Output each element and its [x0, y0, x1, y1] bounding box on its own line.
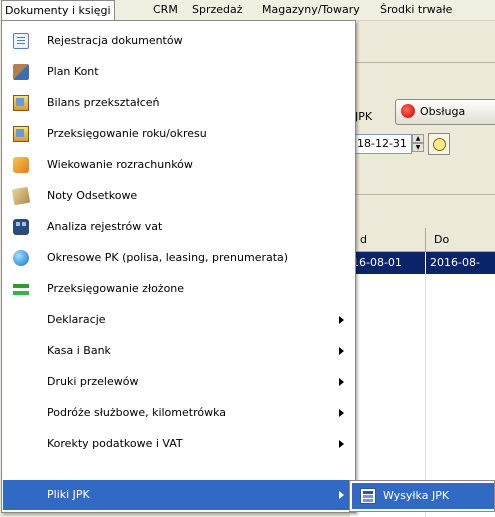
menu-item-label: Analiza rejestrów vat: [47, 220, 163, 233]
submenu-arrow-icon: [339, 491, 344, 499]
menu-item-label: Noty Odsetkowe: [47, 189, 138, 202]
divider: [350, 62, 495, 63]
submenu-arrow-icon: [339, 409, 344, 417]
submenu-arrow-icon: [339, 316, 344, 324]
menu-item-label: Przeksięgowanie roku/okresu: [47, 127, 207, 140]
menu-item-label: Wiekowanie rozrachunków: [47, 158, 193, 171]
aging-icon: [13, 157, 29, 173]
column-separator: [425, 228, 426, 251]
menu-item-label: Korekty podatkowe i VAT: [47, 437, 183, 450]
menu-item-label: Druki przelewów: [47, 375, 139, 388]
spin-down-icon[interactable]: ▼: [412, 143, 424, 152]
obsluga-button[interactable]: Obsługa: [395, 99, 495, 125]
menu-item-label: Podróże służbowe, kilometrówka: [47, 406, 227, 419]
submenu-item-wysylka-jpk[interactable]: Wysyłka JPK: [352, 483, 494, 509]
binoculars-icon: [13, 219, 29, 235]
menu-item-deklaracje[interactable]: Deklaracje: [3, 305, 354, 335]
submenu-arrow-icon: [339, 440, 344, 448]
menu-item-korekty[interactable]: Korekty podatkowe i VAT: [3, 429, 354, 459]
menubar-item-srodki[interactable]: Środki trwałe: [380, 3, 452, 16]
menubar-item-magazyny[interactable]: Magazyny/Towary: [262, 3, 360, 16]
menu-item-label: Plan Kont: [47, 65, 99, 78]
menubar-label: Środki trwałe: [380, 3, 453, 16]
date-value: 18-12-31: [357, 137, 407, 150]
submenu-item-label: Wysyłka JPK: [383, 489, 450, 502]
data-grid: d Do 16-08-01 2016-08-: [350, 228, 495, 517]
grid-header: d Do: [350, 228, 495, 252]
menu-item-label: Okresowe PK (polisa, leasing, prenumerat…: [47, 251, 289, 264]
menu-item-label: Pliki JPK: [47, 488, 90, 501]
complex-transfer-icon: [13, 281, 29, 297]
column-header-od[interactable]: d: [360, 233, 367, 246]
menu-item-przeksiegowanie-zlozone[interactable]: Przeksięgowanie złożone: [3, 274, 354, 304]
menubar-label: Dokumenty i księgi: [5, 4, 111, 17]
menu-item-wiekowanie[interactable]: Wiekowanie rozrachunków: [3, 150, 354, 180]
divider: [350, 194, 495, 195]
menubar-item-dokumenty[interactable]: Dokumenty i księgi: [1, 0, 115, 22]
balance-icon: [13, 95, 29, 111]
menu-item-kasa-bank[interactable]: Kasa i Bank: [3, 336, 354, 366]
submenu-arrow-icon: [339, 347, 344, 355]
menu-item-noty[interactable]: Noty Odsetkowe: [3, 181, 354, 211]
menu-item-label: Rejestracja dokumentów: [47, 34, 183, 47]
transfer-icon: [13, 126, 29, 142]
menu-item-bilans[interactable]: Bilans przekształceń: [3, 88, 354, 118]
column-separator: [425, 252, 426, 274]
menubar-item-sprzedaz[interactable]: Sprzedaż: [192, 3, 243, 16]
menubar-label: CRM: [153, 3, 178, 16]
menu-item-rejestracja[interactable]: Rejestracja dokumentów: [3, 26, 354, 56]
menubar-label: Magazyny/Towary: [262, 3, 360, 16]
date-spinner[interactable]: ▲ ▼: [412, 134, 424, 154]
pliki-jpk-submenu: Wysyłka JPK: [349, 480, 495, 512]
menu-item-label: Deklaracje: [47, 313, 106, 326]
cell-do: 2016-08-: [430, 256, 480, 269]
menu-item-label: Bilans przekształceń: [47, 96, 160, 109]
spin-up-icon[interactable]: ▲: [412, 134, 424, 143]
menu-bar: Dokumenty i księgi CRM Sprzedaż Magazyny…: [0, 0, 495, 22]
jpk-label-fragment: JPK: [355, 110, 373, 123]
date-field[interactable]: 18-12-31: [352, 134, 412, 154]
menu-item-przeksiegowanie[interactable]: Przeksięgowanie roku/okresu: [3, 119, 354, 149]
obsluga-label: Obsługa: [420, 105, 466, 118]
menu-item-analiza-vat[interactable]: Analiza rejestrów vat: [3, 212, 354, 242]
dokumenty-dropdown-menu: Rejestracja dokumentów Plan Kont Bilans …: [1, 20, 356, 513]
globe-icon: [13, 250, 29, 266]
submenu-arrow-icon: [339, 378, 344, 386]
send-jpk-icon: [360, 488, 376, 504]
interest-notes-icon: [11, 186, 31, 206]
menu-item-okresowe-pk[interactable]: Okresowe PK (polisa, leasing, prenumerat…: [3, 243, 354, 273]
menu-item-label: Kasa i Bank: [47, 344, 111, 357]
menu-item-druki[interactable]: Druki przelewów: [3, 367, 354, 397]
column-header-do[interactable]: Do: [434, 233, 449, 246]
plan-icon: [13, 64, 29, 80]
service-icon: [401, 104, 415, 118]
menu-item-plan-kont[interactable]: Plan Kont: [3, 57, 354, 87]
menu-item-pliki-jpk[interactable]: Pliki JPK: [3, 480, 354, 510]
calendar-icon[interactable]: [428, 133, 450, 155]
table-row[interactable]: 16-08-01 2016-08-: [350, 252, 495, 274]
menubar-item-crm[interactable]: CRM: [153, 3, 178, 16]
menu-item-label: Przeksięgowanie złożone: [47, 282, 185, 295]
menu-item-podroze[interactable]: Podróże służbowe, kilometrówka: [3, 398, 354, 428]
menubar-label: Sprzedaż: [192, 3, 243, 16]
document-icon: [13, 33, 29, 49]
cell-od: 16-08-01: [352, 256, 402, 269]
